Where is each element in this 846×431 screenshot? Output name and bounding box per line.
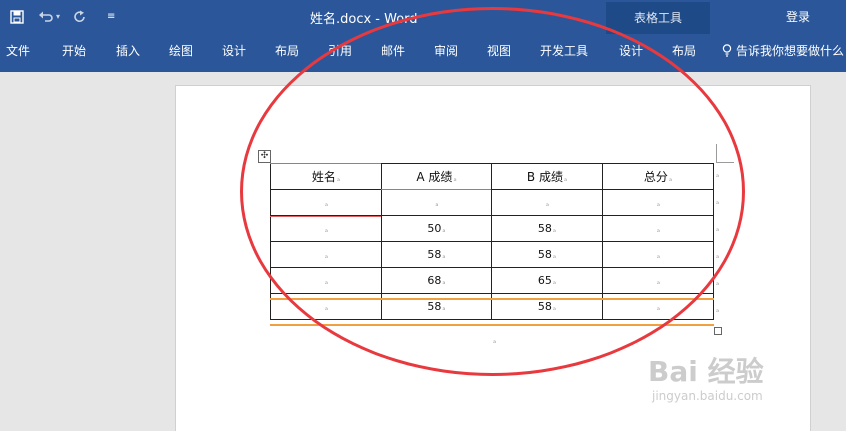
customize-icon: ≡ [107,11,116,22]
row-end-mark: ₐ [716,278,720,287]
login-button[interactable]: 登录 [786,8,810,25]
tell-me-text: 告诉我你想要做什么 [736,44,845,58]
tab-table-layout[interactable]: 布局 [672,42,696,59]
table-resize-handle[interactable] [714,327,722,335]
baidu-watermark-url: jingyan.baidu.com [652,389,763,403]
tab-draw[interactable]: 绘图 [169,42,193,59]
undo-icon [39,11,53,22]
tab-layout[interactable]: 布局 [275,42,299,59]
baidu-watermark: Bai 经验 [648,355,764,388]
tab-file[interactable]: 文件 [6,42,30,59]
tab-insert[interactable]: 插入 [116,42,140,59]
redo-button[interactable] [73,0,87,34]
customize-qat-button[interactable]: ≡ [107,0,115,34]
undo-button[interactable]: ▾ [38,0,60,34]
redo-icon [74,10,85,23]
save-button[interactable] [10,0,24,34]
row-end-mark: ₐ [716,305,720,314]
tell-me-box[interactable]: 告诉我你想要做什么 [722,42,844,59]
lightbulb-icon [722,44,732,57]
undo-dropdown-icon[interactable]: ▾ [56,10,60,24]
save-icon [10,10,24,24]
annotation-circle [240,7,745,376]
table-tools-label: 表格工具 [633,11,682,25]
tab-home[interactable]: 开始 [62,42,86,59]
tab-design[interactable]: 设计 [222,42,246,59]
